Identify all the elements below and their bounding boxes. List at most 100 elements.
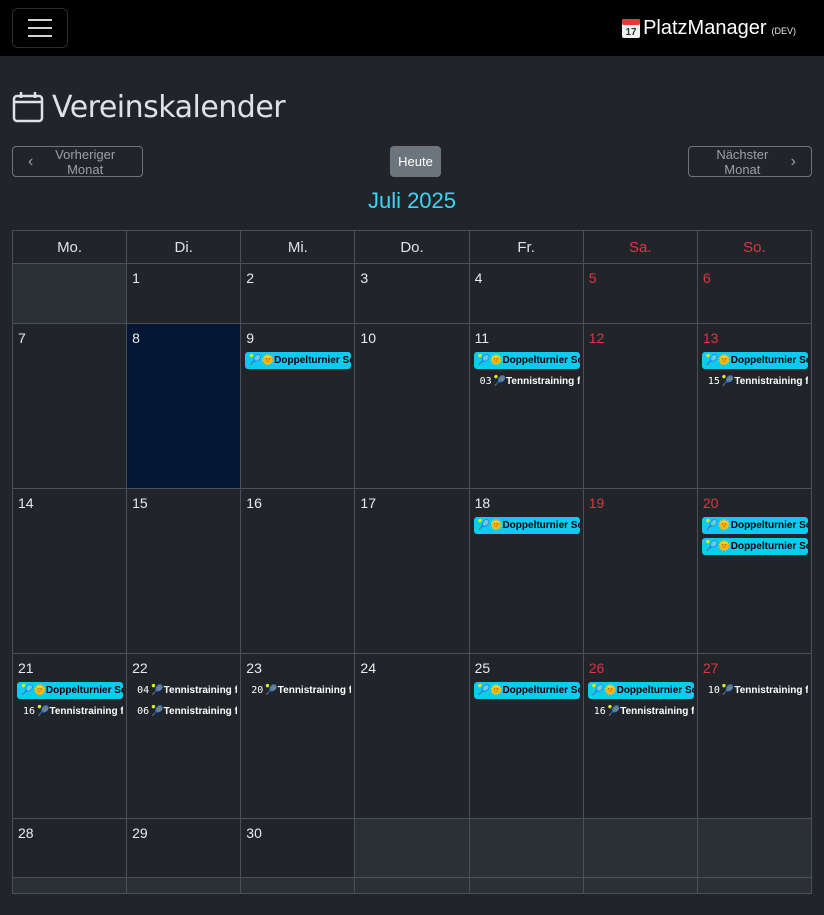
event-item[interactable]: 16🎾Tennistraining für [17,703,123,720]
event-badge[interactable]: 🎾🌞Doppelturnier Sommer [701,352,808,369]
day-cell[interactable]: 4 [468,263,584,324]
day-number: 15 [132,495,148,511]
event-time: 20 [251,685,264,696]
day-number: 5 [588,270,597,286]
day-number: 1 [132,270,140,286]
month-title: Juli 2025 [367,188,457,213]
day-cell[interactable]: 18 🎾🌞Doppelturnier Sommer [468,488,584,654]
weekday-header: Mo. Di. Mi. Do. Fr. Sa. So. [11,230,813,264]
hamburger-icon[interactable] [12,8,68,48]
event-item[interactable]: 04🎾Tennistraining für [131,682,237,699]
event-time: 10 [707,685,720,696]
day-number: 29 [132,825,148,841]
day-cell[interactable]: 9 🎾🌞Doppelturnier Sommer [240,323,356,489]
event-badge[interactable]: 🎾🌞Doppelturnier Sommer [473,682,580,699]
day-cell[interactable]: 12 [582,323,698,489]
week-row: 28 29 30 [11,818,813,878]
day-number: 4 [474,270,483,286]
day-cell[interactable]: 24 [354,653,470,819]
env-badge: (DEV) [771,26,797,36]
day-cell[interactable]: 23 20🎾Tennistraining für [240,653,356,819]
day-cell[interactable]: 30 [240,818,356,878]
day-cell[interactable]: 25 🎾🌞Doppelturnier Sommer [468,653,584,819]
week-row: 14 15 16 17 18 🎾🌞Doppelturnier Sommer 19… [11,488,813,654]
event-item[interactable]: 10🎾Tennistraining für [702,682,808,699]
event-badge[interactable]: 🎾🌞Doppelturnier Sommer [701,517,808,534]
next-month-button[interactable]: Nächster Monat › [688,146,812,177]
day-cell[interactable]: 15 [126,488,242,654]
day-cell[interactable]: 29 [126,818,242,878]
day-cell[interactable]: 14 [11,488,128,654]
event-item[interactable]: 06🎾Tennistraining für [131,703,237,720]
day-number: 2 [246,270,255,286]
day-cell[interactable]: 13 🎾🌞Doppelturnier Sommer 15🎾Tennistrain… [696,323,813,489]
day-number: 24 [360,660,376,676]
calendar-icon: 17 [622,19,641,38]
event-title: 🎾Tennistraining für [151,685,237,696]
day-number: 27 [702,660,719,676]
event-title: 🎾Tennistraining für [493,376,580,387]
day-cell[interactable]: 27 10🎾Tennistraining für [696,653,813,819]
day-number: 19 [588,495,605,511]
day-cell[interactable]: 2 [240,263,356,324]
event-badge[interactable]: 🎾🌞Doppelturnier Sommer [473,352,580,369]
day-cell[interactable]: 22 04🎾Tennistraining für 06🎾Tennistraini… [126,653,242,819]
next-month-label: Nächster Monat [716,146,769,177]
day-number: 26 [588,660,605,676]
day-cell[interactable]: 28 [11,818,128,878]
day-cell[interactable]: 17 [354,488,470,654]
weekday-mon: Mo. [11,230,128,264]
svg-text:17: 17 [626,27,638,38]
empty-day-cell [696,877,813,894]
day-cell[interactable]: 20 🎾🌞Doppelturnier Sommer 🎾🌞Doppelturnie… [696,488,813,654]
brand-link[interactable]: 17 PlatzManager (DEV) [621,17,796,40]
month-controls: ‹ Vorheriger Monat Heute Nächster Monat … [0,136,824,190]
empty-day-cell [696,818,813,878]
day-number: 8 [132,330,140,346]
day-number: 7 [18,330,26,346]
day-cell[interactable]: 26 🎾🌞Doppelturnier Sommer 16🎾Tennistrain… [582,653,698,819]
previous-month-button[interactable]: ‹ Vorheriger Monat [12,146,143,177]
weekday-wed: Mi. [240,230,356,264]
event-badge[interactable]: 🎾🌞Doppelturnier Sommer [473,517,580,534]
day-cell[interactable]: 3 [354,263,470,324]
event-item[interactable]: 16🎾Tennistraining für [588,703,694,720]
event-item[interactable]: 20🎾Tennistraining für [245,682,351,699]
day-cell[interactable]: 16 [240,488,356,654]
day-cell[interactable]: 21 🎾🌞Doppelturnier Sommer 16🎾Tennistrain… [11,653,128,819]
page-title: Vereinskalender [52,89,286,125]
event-item[interactable]: 03🎾Tennistraining für [474,373,580,390]
weekday-fri: Fr. [468,230,584,264]
day-number: 21 [18,660,34,676]
event-title: 🎾Tennistraining für [37,706,123,717]
day-number: 10 [360,330,376,346]
day-cell[interactable]: 7 [11,323,128,489]
event-badge[interactable]: 🎾🌞Doppelturnier Sommer [701,538,808,555]
weekday-tue: Di. [126,230,242,264]
weekday-sat: Sa. [582,230,698,264]
day-cell[interactable]: 19 [582,488,698,654]
event-badge[interactable]: 🎾🌞Doppelturnier Sommer [587,682,694,699]
day-cell[interactable]: 6 [696,263,813,324]
event-title: 🎾Tennistraining für [721,376,808,387]
day-number: 11 [474,330,490,346]
day-cell[interactable]: 11 🎾🌞Doppelturnier Sommer 03🎾Tennistrain… [468,323,584,489]
day-cell[interactable]: 10 [354,323,470,489]
day-number: 16 [246,495,262,511]
event-badge[interactable]: 🎾🌞Doppelturnier Sommer [245,352,352,369]
today-cell[interactable]: 8 [126,323,242,489]
event-time: 15 [707,376,720,387]
event-badge[interactable]: 🎾🌞Doppelturnier Sommer [17,682,123,699]
week-row: 1 2 3 4 5 6 [11,263,813,324]
day-number: 28 [18,825,34,841]
day-number: 12 [588,330,605,346]
weekday-thu: Do. [354,230,470,264]
event-title: 🎾Tennistraining für [151,706,237,717]
week-row: 21 🎾🌞Doppelturnier Sommer 16🎾Tennistrain… [11,653,813,819]
day-cell[interactable]: 5 [582,263,698,324]
today-button[interactable]: Heute [390,146,441,177]
day-number: 6 [702,270,711,286]
day-cell[interactable]: 1 [126,263,242,324]
event-item[interactable]: 15🎾Tennistraining für [702,373,808,390]
day-number: 17 [360,495,376,511]
